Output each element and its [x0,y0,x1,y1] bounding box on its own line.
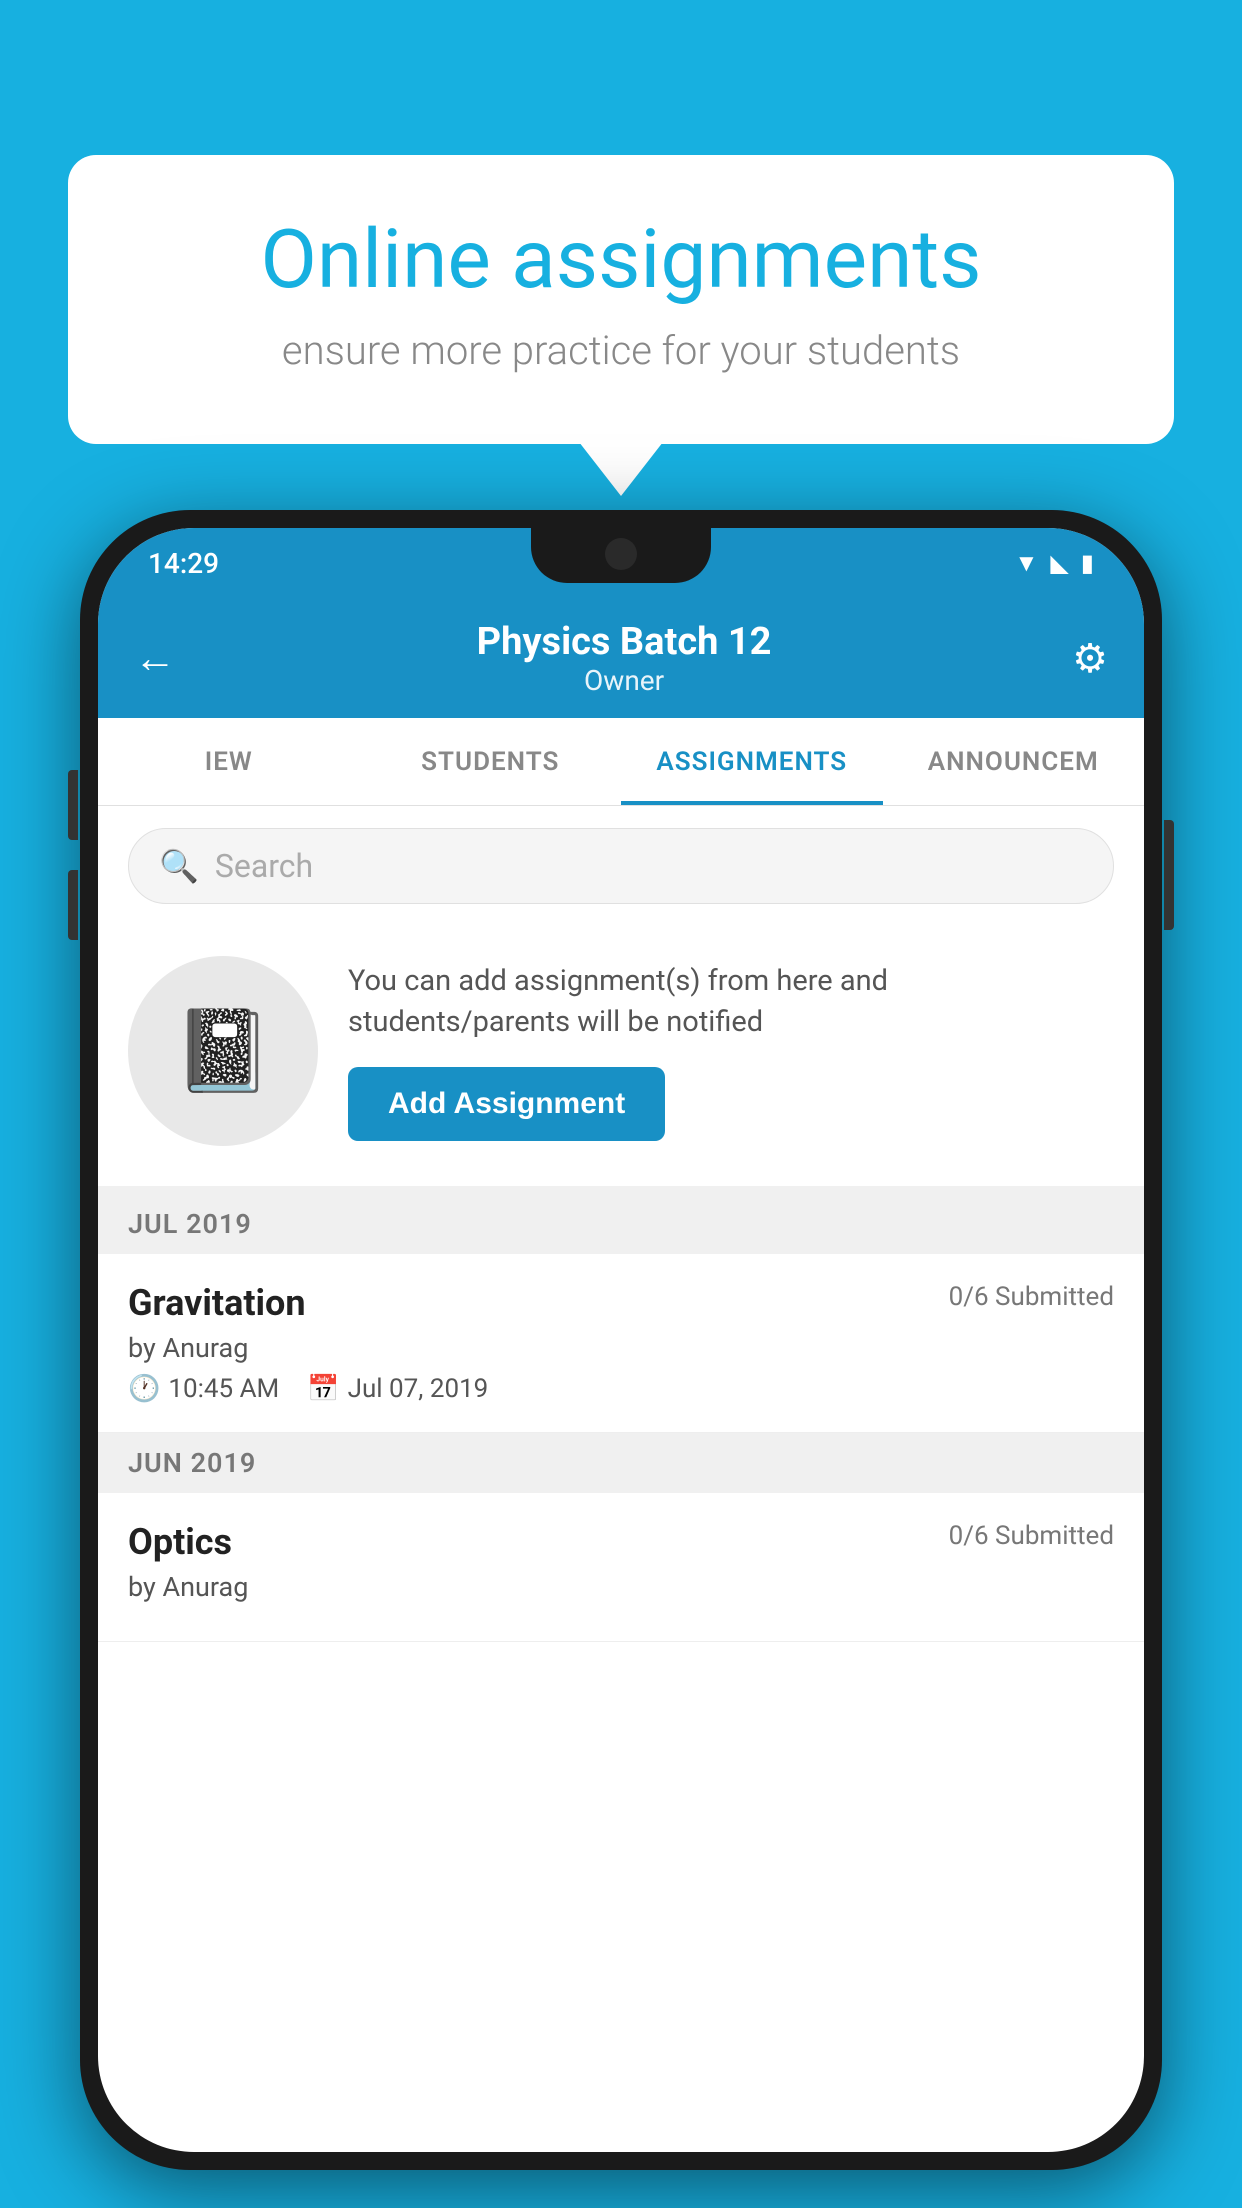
promo-text: You can add assignment(s) from here and … [348,961,1114,1042]
phone-screen: 14:29 ▼ ◣ ▮ ← Physics Batch 12 Owner ⚙ [98,528,1144,2152]
phone-camera [605,538,637,570]
clock-icon: 🕐 [128,1374,160,1404]
assignment-top-row-optics: Optics 0/6 Submitted [128,1521,1114,1563]
phone-notch [531,528,711,583]
assignment-submitted-optics: 0/6 Submitted [949,1521,1114,1551]
tab-announcements[interactable]: ANNOUNCEM [883,718,1145,805]
tab-assignments[interactable]: ASSIGNMENTS [621,718,883,805]
assignment-item-optics[interactable]: Optics 0/6 Submitted by Anurag [98,1493,1144,1642]
app-header: ← Physics Batch 12 Owner ⚙ [98,598,1144,718]
tab-iew[interactable]: IEW [98,718,360,805]
header-center: Physics Batch 12 Owner [477,620,772,697]
settings-icon[interactable]: ⚙ [1072,635,1108,682]
month-header-jun: JUN 2019 [98,1433,1144,1493]
assignment-by-optics: by Anurag [128,1571,1114,1603]
search-input[interactable]: Search [215,847,313,885]
phone-outer: 14:29 ▼ ◣ ▮ ← Physics Batch 12 Owner ⚙ [80,510,1162,2170]
assignment-meta: 🕐 10:45 AM 📅 Jul 07, 2019 [128,1374,1114,1404]
signal-icon: ◣ [1050,549,1068,577]
tabs-bar: IEW STUDENTS ASSIGNMENTS ANNOUNCEM [98,718,1144,806]
search-container: 🔍 Search [98,806,1144,926]
search-icon: 🔍 [159,847,199,885]
volume-up-button [68,770,78,840]
status-time: 14:29 [148,547,219,580]
assignment-name: Gravitation [128,1282,306,1324]
speech-bubble-container: Online assignments ensure more practice … [68,155,1174,444]
assignment-name-optics: Optics [128,1521,232,1563]
month-label-jun: JUN 2019 [128,1447,256,1479]
bubble-title: Online assignments [148,215,1094,305]
header-title: Physics Batch 12 [477,620,772,664]
power-button [1164,820,1174,930]
header-subtitle: Owner [477,664,772,697]
calendar-icon: 📅 [307,1374,339,1404]
status-icons: ▼ ◣ ▮ [1015,549,1094,578]
assignment-by: by Anurag [128,1332,1114,1364]
month-header-jul: JUL 2019 [98,1194,1144,1254]
phone-wrapper: 14:29 ▼ ◣ ▮ ← Physics Batch 12 Owner ⚙ [80,510,1162,2170]
volume-down-button [68,870,78,940]
speech-bubble: Online assignments ensure more practice … [68,155,1174,444]
battery-icon: ▮ [1081,549,1094,577]
back-button[interactable]: ← [134,634,176,683]
tab-students[interactable]: STUDENTS [360,718,622,805]
assignment-submitted: 0/6 Submitted [949,1282,1114,1312]
assignment-item-gravitation[interactable]: Gravitation 0/6 Submitted by Anurag 🕐 10… [98,1254,1144,1433]
notebook-icon: 📓 [173,1004,273,1098]
bubble-subtitle: ensure more practice for your students [148,327,1094,374]
wifi-icon: ▼ [1015,549,1039,578]
promo-icon-circle: 📓 [128,956,318,1146]
assignment-time: 🕐 10:45 AM [128,1374,279,1404]
add-assignment-button[interactable]: Add Assignment [348,1067,665,1141]
search-bar[interactable]: 🔍 Search [128,828,1114,904]
promo-section: 📓 You can add assignment(s) from here an… [98,926,1144,1194]
assignment-date: 📅 Jul 07, 2019 [307,1374,488,1404]
month-label-jul: JUL 2019 [128,1208,252,1240]
assignment-top-row: Gravitation 0/6 Submitted [128,1282,1114,1324]
promo-content: You can add assignment(s) from here and … [348,961,1114,1140]
